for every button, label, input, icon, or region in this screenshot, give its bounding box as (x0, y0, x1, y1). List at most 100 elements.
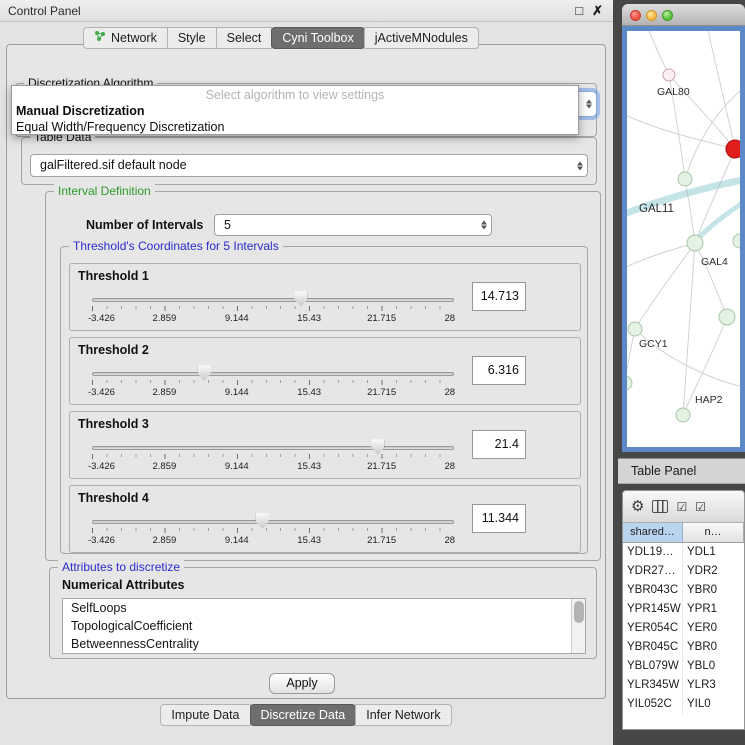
scale-label: 28 (444, 387, 455, 398)
scale-label: 28 (444, 313, 455, 324)
popup-option-equal-width-frequency[interactable]: Equal Width/Frequency Discretization (12, 119, 578, 135)
network-canvas[interactable]: GAL80 GAL11 GAL4 GCY1 HAP2 (627, 31, 740, 447)
threshold-value-field[interactable]: 11.344 (472, 504, 526, 533)
network-node[interactable] (687, 235, 703, 251)
slider-track[interactable] (92, 298, 454, 302)
interval-definition-group: Interval Definition Number of Intervals … (45, 191, 601, 561)
slider-thumb[interactable] (198, 364, 211, 381)
network-node[interactable] (733, 234, 740, 248)
threshold-slider[interactable]: -3.426 2.859 9.144 15.43 21.715 28 (92, 438, 454, 476)
combo-stepper-icon (481, 221, 487, 230)
network-node[interactable] (663, 69, 675, 81)
slider-ticks (92, 380, 454, 385)
threshold-slider[interactable]: -3.426 2.859 9.144 15.43 21.715 28 (92, 364, 454, 402)
cell: YBL0 (683, 657, 744, 676)
table-row[interactable]: YLR345WYLR3 (623, 676, 744, 695)
scale-label: 2.859 (153, 313, 177, 324)
threshold-label: Threshold 3 (78, 417, 149, 431)
network-window-titlebar[interactable] (622, 4, 745, 26)
column-header-shared-name[interactable]: shared… (623, 523, 683, 543)
tab-label: Infer Network (366, 705, 440, 725)
window-titlebar: Control Panel □ ✗ (0, 0, 613, 22)
scale-label: 15.43 (297, 461, 321, 472)
threshold-slider[interactable]: -3.426 2.859 9.144 15.43 21.715 28 (92, 512, 454, 550)
tab-jactivemnodules[interactable]: jActiveMNodules (364, 27, 479, 49)
number-of-intervals-combo[interactable]: 5 (214, 214, 492, 236)
float-window-icon[interactable]: □ (575, 0, 583, 22)
table-row[interactable]: YBR043CYBR0 (623, 581, 744, 600)
scale-label: -3.426 (88, 461, 115, 472)
network-graph: GAL80 GAL11 GAL4 GCY1 HAP2 (627, 31, 740, 447)
number-of-intervals-label: Number of Intervals (86, 218, 203, 232)
threshold-panel-1: Threshold 1 -3.426 2.859 9.144 15.43 21.… (69, 263, 581, 331)
table-row[interactable]: YER054CYER0 (623, 619, 744, 638)
combo-stepper-icon (586, 100, 592, 109)
table-row[interactable]: YDR27…YDR2 (623, 562, 744, 581)
checkbox-icon[interactable]: ☑ (695, 501, 706, 513)
cell: YDL1 (683, 543, 744, 562)
slider-track[interactable] (92, 446, 454, 450)
threshold-value-field[interactable]: 6.316 (472, 356, 526, 385)
slider-ticks (92, 454, 454, 459)
slider-thumb[interactable] (294, 290, 307, 307)
cell: YER0 (683, 619, 744, 638)
scale-label: 2.859 (153, 461, 177, 472)
threshold-slider[interactable]: -3.426 2.859 9.144 15.43 21.715 28 (92, 290, 454, 328)
network-node[interactable] (628, 322, 642, 336)
bottom-tab-bar: Impute Data Discretize Data Infer Networ… (0, 704, 613, 726)
column-header-name[interactable]: n… (683, 523, 744, 543)
tab-select[interactable]: Select (216, 27, 273, 49)
control-panel-window: Control Panel □ ✗ Network Style Select (0, 0, 613, 745)
scale-label: 9.144 (225, 313, 249, 324)
network-node[interactable] (676, 408, 690, 422)
checkbox-icon[interactable]: ☑ (676, 501, 687, 513)
table-panel-title: Table Panel (631, 464, 696, 478)
network-node[interactable] (678, 172, 692, 186)
numerical-attributes-label: Numerical Attributes (62, 578, 184, 592)
list-item[interactable]: BetweennessCentrality (63, 635, 585, 653)
apply-button[interactable]: Apply (269, 673, 335, 694)
table-row[interactable]: YDL19…YDL1 (623, 543, 744, 562)
tab-infer-network[interactable]: Infer Network (355, 704, 451, 726)
tab-style[interactable]: Style (167, 27, 217, 49)
tab-impute-data[interactable]: Impute Data (160, 704, 250, 726)
cell: YLR345W (623, 676, 683, 695)
table-row[interactable]: YPR145WYPR1 (623, 600, 744, 619)
tab-label: Style (178, 28, 206, 48)
table-row[interactable]: YBL079WYBL0 (623, 657, 744, 676)
table-row[interactable]: YBR045CYBR0 (623, 638, 744, 657)
tab-cyni-toolbox[interactable]: Cyni Toolbox (271, 27, 364, 49)
threshold-label: Threshold 4 (78, 491, 149, 505)
close-traffic-light[interactable] (630, 10, 641, 21)
scrollbar-thumb[interactable] (574, 601, 584, 623)
gear-icon[interactable]: ⚙ (631, 499, 644, 514)
cell: YBR043C (623, 581, 683, 600)
minimize-traffic-light[interactable] (646, 10, 657, 21)
list-scrollbar[interactable] (571, 599, 585, 653)
list-item[interactable]: TopologicalCoefficient (63, 617, 585, 635)
scale-label: -3.426 (88, 387, 115, 398)
network-node[interactable] (627, 376, 632, 390)
close-window-icon[interactable]: ✗ (592, 0, 603, 22)
tab-label: Network (111, 28, 157, 48)
tab-network[interactable]: Network (83, 27, 168, 49)
network-node-selected-red[interactable] (726, 140, 740, 158)
table-body: YDL19…YDL1 YDR27…YDR2 YBR043CYBR0 YPR145… (623, 543, 744, 729)
tab-label: Select (227, 28, 262, 48)
tab-discretize-data[interactable]: Discretize Data (250, 704, 357, 726)
table-data-combo[interactable]: galFiltered.sif default node (30, 154, 588, 177)
slider-track[interactable] (92, 520, 454, 524)
popup-option-manual-discretization[interactable]: Manual Discretization (12, 103, 578, 119)
threshold-value-field[interactable]: 21.4 (472, 430, 526, 459)
network-node[interactable] (719, 309, 735, 325)
threshold-label: Threshold 1 (78, 269, 149, 283)
list-item[interactable]: SelfLoops (63, 599, 585, 617)
slider-thumb[interactable] (256, 512, 269, 529)
slider-track[interactable] (92, 372, 454, 376)
threshold-value-field[interactable]: 14.713 (472, 282, 526, 311)
columns-icon[interactable] (652, 500, 668, 513)
cell: YBR045C (623, 638, 683, 657)
slider-thumb[interactable] (371, 438, 384, 455)
table-row[interactable]: YIL052CYIL0 (623, 695, 744, 714)
zoom-traffic-light[interactable] (662, 10, 673, 21)
